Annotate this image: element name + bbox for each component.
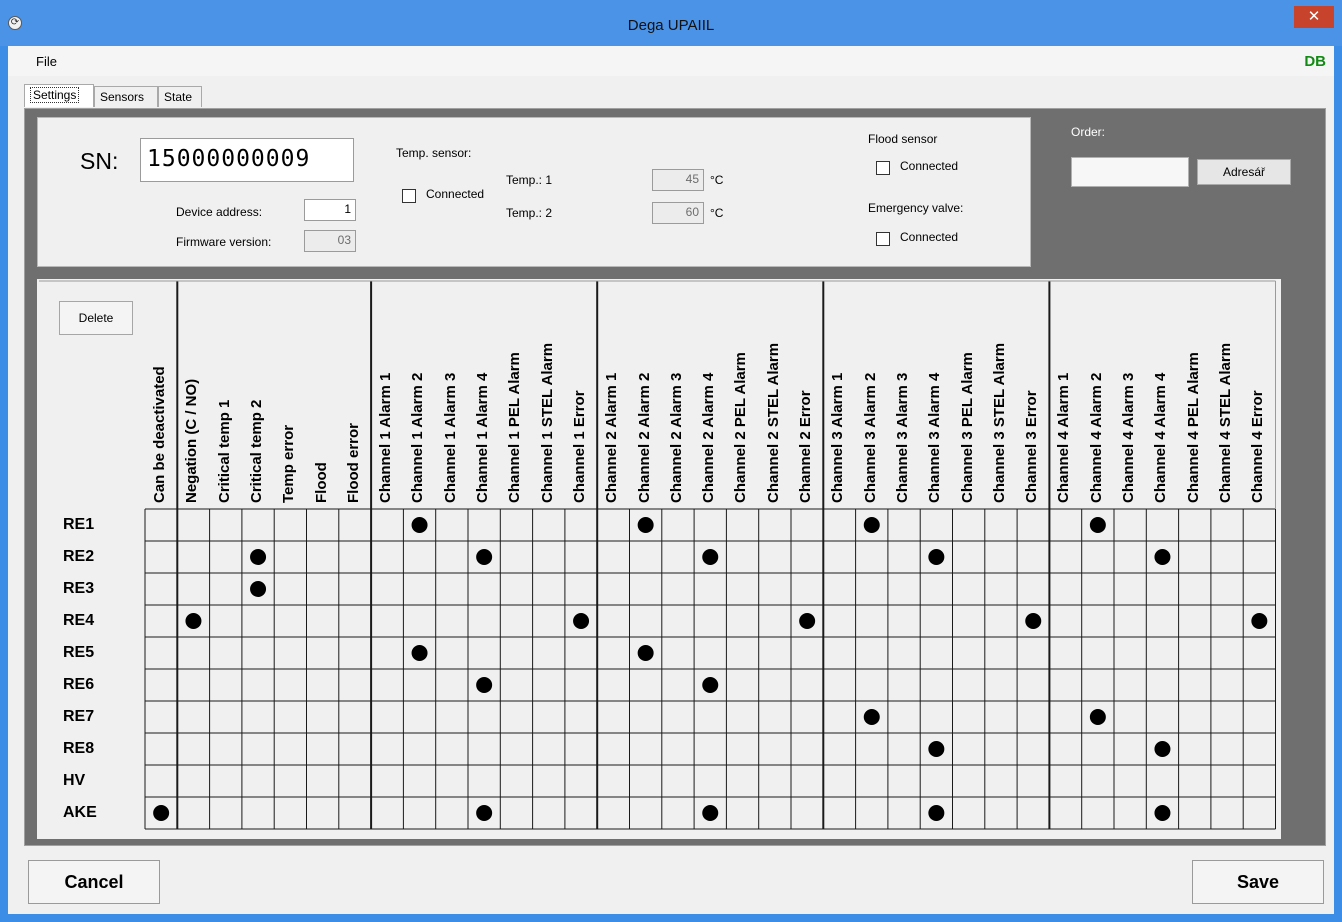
adresar-button[interactable]: Adresář <box>1197 159 1291 185</box>
app-window: ⟳ Dega UPAIIL ✕ File DB Settings Sensors… <box>0 0 1342 922</box>
relay-matrix-grid <box>39 280 1276 830</box>
close-button[interactable]: ✕ <box>1294 6 1334 28</box>
matrix-mark-dot <box>411 645 428 661</box>
menu-bar: File DB <box>8 46 1334 76</box>
matrix-mark-dot <box>702 805 719 821</box>
menu-file[interactable]: File <box>36 54 57 69</box>
matrix-mark-dot <box>702 677 719 693</box>
temp-sensor-label: Temp. sensor: <box>396 146 472 160</box>
temp2-label: Temp.: 2 <box>506 206 553 220</box>
matrix-mark-dot <box>928 805 945 821</box>
matrix-mark-dot <box>411 517 428 533</box>
matrix-mark-dot <box>702 549 719 565</box>
tab-state[interactable]: State <box>158 86 202 107</box>
matrix-mark-dot <box>573 613 590 629</box>
title-bar[interactable]: ⟳ Dega UPAIIL ✕ <box>0 0 1342 46</box>
flood-connected-checkbox[interactable] <box>876 161 890 175</box>
order-field[interactable] <box>1071 157 1189 187</box>
temp1-label: Temp.: 1 <box>506 173 553 187</box>
order-label: Order: <box>1071 125 1106 139</box>
emergency-valve-label: Emergency valve: <box>868 201 964 215</box>
db-status-badge: DB <box>1304 53 1326 70</box>
device-address-field[interactable]: 1 <box>304 199 356 221</box>
flood-sensor-label: Flood sensor <box>868 132 938 146</box>
matrix-mark-dot <box>250 581 267 597</box>
matrix-mark-dot <box>476 549 493 565</box>
matrix-mark-dot <box>476 805 493 821</box>
settings-tab-panel: SN: 15000000009 Device address: 1 Firmwa… <box>24 108 1326 846</box>
matrix-mark-dot <box>799 613 816 629</box>
matrix-mark-dot <box>476 677 493 693</box>
temp1-unit: °C <box>710 173 724 187</box>
valve-connected-label: Connected <box>900 230 959 244</box>
device-settings-box: SN: 15000000009 Device address: 1 Firmwa… <box>37 117 1031 267</box>
save-button[interactable]: Save <box>1192 860 1324 904</box>
valve-connected-checkbox[interactable] <box>876 232 890 246</box>
matrix-mark-dot <box>1154 549 1171 565</box>
matrix-mark-dot <box>637 645 654 661</box>
window-title: Dega UPAIIL <box>627 17 715 34</box>
matrix-mark-dot <box>637 517 654 533</box>
client-area: File DB Settings Sensors State SN: 15000… <box>8 46 1334 914</box>
matrix-mark-dot <box>928 549 945 565</box>
sn-field[interactable]: 15000000009 <box>140 138 354 182</box>
matrix-mark-dot <box>1251 613 1268 629</box>
matrix-mark-dot <box>1154 741 1171 757</box>
temp2-unit: °C <box>710 206 724 220</box>
device-address-label: Device address: <box>176 205 263 219</box>
flood-connected-label: Connected <box>900 159 959 173</box>
matrix-mark-dot <box>1025 613 1042 629</box>
matrix-mark-dot <box>1089 517 1106 533</box>
matrix-mark-dot <box>185 613 202 629</box>
tab-sensors[interactable]: Sensors <box>94 86 158 107</box>
firmware-version-field: 03 <box>304 230 356 252</box>
matrix-mark-dot <box>153 805 170 821</box>
matrix-mark-dot <box>250 549 267 565</box>
matrix-mark-dot <box>863 517 880 533</box>
relay-matrix-panel: Delete Can be deactivated Negation (C / N… <box>37 279 1281 839</box>
temp-connected-label: Connected <box>426 187 485 201</box>
matrix-mark-dot <box>928 741 945 757</box>
sn-label: SN: <box>80 148 119 174</box>
firmware-version-label: Firmware version: <box>176 235 272 249</box>
temp-connected-checkbox[interactable] <box>402 189 416 203</box>
temp2-field: 60 <box>652 202 704 224</box>
cancel-button[interactable]: Cancel <box>28 860 160 904</box>
temp1-field: 45 <box>652 169 704 191</box>
matrix-mark-dot <box>863 709 880 725</box>
matrix-mark-dot <box>1154 805 1171 821</box>
matrix-mark-dot <box>1089 709 1106 725</box>
tab-settings[interactable]: Settings <box>24 84 94 107</box>
